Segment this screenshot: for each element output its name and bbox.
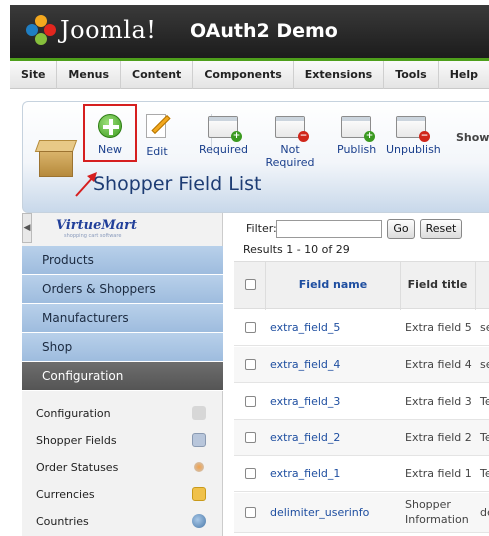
go-button[interactable]: Go: [387, 219, 415, 239]
unpublish-button[interactable]: − Unpublish: [386, 112, 441, 156]
sidebar-item-configuration[interactable]: Configuration: [36, 400, 216, 427]
joomla-logo[interactable]: Joomla!: [26, 15, 156, 45]
sidebar-category-products[interactable]: Products: [22, 246, 223, 275]
collapse-sidebar-icon[interactable]: ◀: [22, 213, 32, 243]
table-row: extra_field_3 Extra field 3 Te: [234, 384, 489, 420]
site-title: OAuth2 Demo: [190, 20, 338, 42]
sidebar-category-manufacturers[interactable]: Manufacturers: [22, 304, 223, 333]
virtuemart-tagline: shopping cart software: [64, 233, 122, 239]
row-checkbox[interactable]: [245, 432, 256, 443]
filter-label: Filter:: [246, 222, 277, 235]
results-count: Results 1 - 10 of 29: [243, 243, 350, 256]
sidebar: ◀ VirtueMart shopping cart software Prod…: [22, 213, 223, 536]
unpublish-icon: −: [396, 116, 430, 142]
show-hide-link[interactable]: Show/: [456, 131, 489, 144]
table-row: extra_field_4 Extra field 4 se: [234, 347, 489, 383]
field-type: se: [480, 321, 489, 334]
table-header: Field name Field title: [234, 261, 489, 310]
page-title: Shopper Field List: [93, 173, 262, 195]
table-row: extra_field_2 Extra field 2 Te: [234, 420, 489, 456]
field-name-link[interactable]: extra_field_3: [270, 395, 340, 408]
field-name-link[interactable]: extra_field_2: [270, 431, 340, 444]
menu-extensions[interactable]: Extensions: [294, 61, 385, 89]
sidebar-category-orders-shoppers[interactable]: Orders & Shoppers: [22, 275, 223, 304]
sidebar-item-currencies[interactable]: Currencies: [36, 481, 216, 508]
field-name-link[interactable]: extra_field_4: [270, 358, 340, 371]
row-checkbox[interactable]: [245, 507, 256, 518]
field-name-link[interactable]: extra_field_1: [270, 467, 340, 480]
sidebar-item-order-statuses[interactable]: Order Statuses: [36, 454, 216, 481]
sidebar-item-label: Currencies: [36, 488, 95, 501]
required-button[interactable]: + Required: [199, 112, 248, 156]
edit-icon: [144, 112, 171, 140]
not-required-icon: −: [275, 116, 309, 142]
main-content: Filter: Go Reset Results 1 - 10 of 29 Fi…: [232, 213, 489, 536]
sidebar-item-countries[interactable]: Countries: [36, 508, 216, 535]
row-checkbox[interactable]: [245, 468, 256, 479]
table-row: extra_field_1 Extra field 1 Te: [234, 456, 489, 492]
field-title: Extra field 4: [405, 358, 472, 371]
reset-button[interactable]: Reset: [420, 219, 462, 239]
field-title-line1: Shopper: [405, 498, 451, 511]
fields-icon: [192, 433, 206, 447]
main-menu: Site Menus Content Components Extensions…: [10, 61, 489, 89]
menu-menus[interactable]: Menus: [57, 61, 122, 89]
field-type: se: [480, 358, 489, 371]
coins-icon: [192, 487, 206, 501]
field-title: Extra field 3: [405, 395, 472, 408]
menu-help[interactable]: Help: [439, 61, 489, 89]
field-type: Te: [480, 395, 489, 408]
sidebar-item-label: Order Statuses: [36, 461, 119, 474]
joomla-logo-icon: [26, 15, 56, 45]
edit-button[interactable]: Edit: [141, 112, 173, 158]
not-required-button-label: Not Required: [265, 143, 315, 169]
column-field-name[interactable]: Field name: [266, 262, 400, 310]
publish-button[interactable]: + Publish: [337, 112, 377, 156]
not-required-button[interactable]: − Not Required: [257, 112, 323, 169]
joomla-logo-text: Joomla!: [60, 16, 157, 44]
sidebar-category-configuration[interactable]: Configuration: [22, 362, 223, 391]
field-name-link[interactable]: delimiter_userinfo: [270, 506, 369, 519]
field-type: Te: [480, 467, 489, 480]
sidebar-category-shop[interactable]: Shop: [22, 333, 223, 362]
shopper-box-icon: [34, 138, 78, 178]
status-icon: [194, 462, 204, 472]
publish-icon: +: [341, 116, 375, 142]
sidebar-item-label: Configuration: [36, 407, 111, 420]
sidebar-item-shopper-fields[interactable]: Shopper Fields: [36, 427, 216, 454]
edit-button-label: Edit: [146, 145, 168, 158]
required-button-label: Required: [199, 143, 248, 156]
unpublish-button-label: Unpublish: [386, 143, 441, 156]
annotation-arrow-icon: [75, 172, 97, 197]
required-icon: +: [208, 116, 242, 142]
tools-icon: [192, 406, 206, 420]
select-all-checkbox[interactable]: [245, 279, 256, 290]
virtuemart-logo: VirtueMart shopping cart software: [56, 218, 166, 246]
row-checkbox[interactable]: [245, 396, 256, 407]
publish-button-label: Publish: [337, 143, 377, 156]
row-checkbox[interactable]: [245, 359, 256, 370]
sidebar-item-label: Countries: [36, 515, 89, 528]
table-row: extra_field_5 Extra field 5 se: [234, 310, 489, 346]
app-header: Joomla! OAuth2 Demo: [10, 5, 489, 61]
menu-content[interactable]: Content: [121, 61, 194, 89]
field-title: Extra field 1: [405, 467, 472, 480]
field-title-line2: Information: [405, 513, 469, 526]
sidebar-item-label: Shopper Fields: [36, 434, 117, 447]
globe-icon: [192, 514, 206, 528]
menu-tools[interactable]: Tools: [384, 61, 439, 89]
row-checkbox[interactable]: [245, 322, 256, 333]
new-highlight-box: [83, 104, 137, 162]
virtuemart-logo-text: VirtueMart: [56, 218, 138, 233]
menu-site[interactable]: Site: [10, 61, 58, 89]
menu-components[interactable]: Components: [193, 61, 294, 89]
field-type: de: [480, 506, 489, 519]
filter-input[interactable]: [276, 220, 382, 238]
field-title: Extra field 2: [405, 431, 472, 444]
table-row: delimiter_userinfo Shopper Information d…: [234, 493, 489, 533]
column-field-title: Field title: [407, 278, 468, 291]
field-type: Te: [480, 431, 489, 444]
field-title: Extra field 5: [405, 321, 472, 334]
field-name-link[interactable]: extra_field_5: [270, 321, 340, 334]
